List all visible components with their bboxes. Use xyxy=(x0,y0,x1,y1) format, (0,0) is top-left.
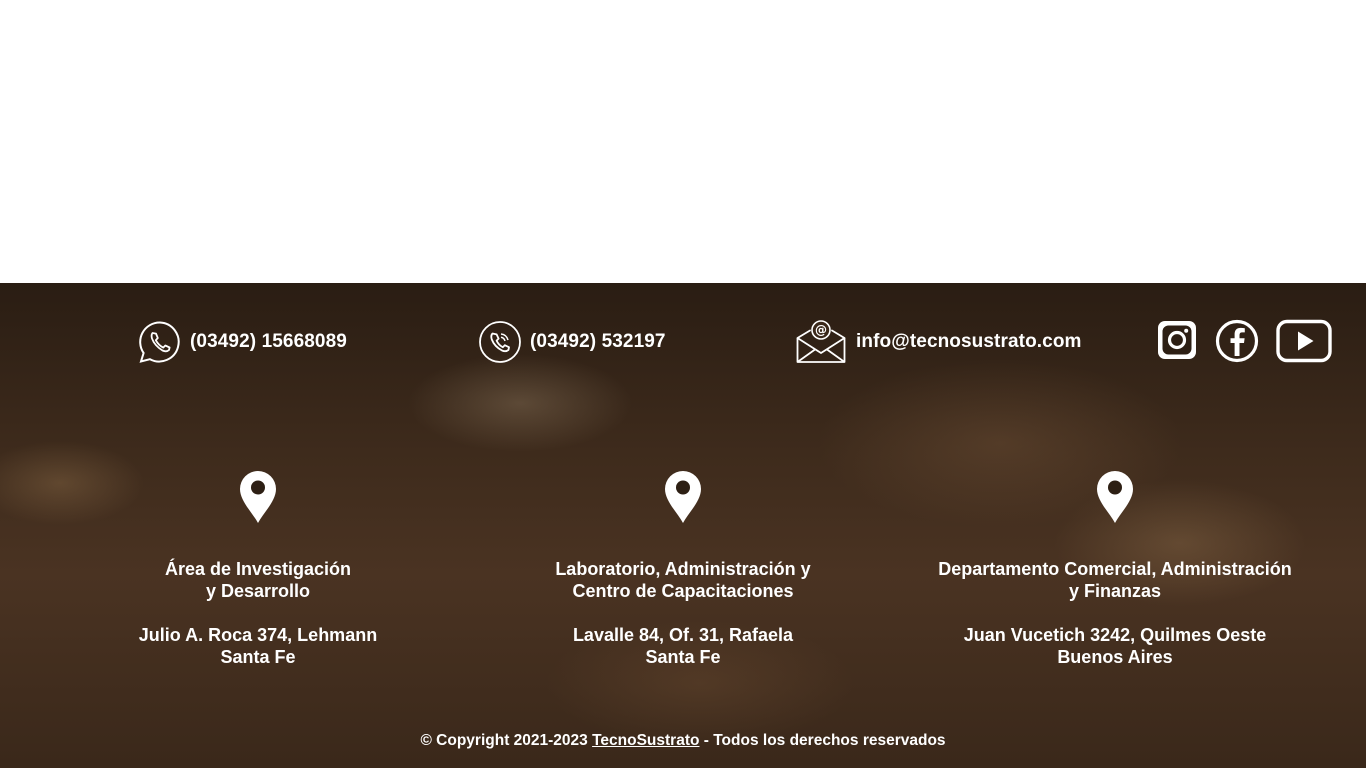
whatsapp-number[interactable]: (03492) 15668089 xyxy=(190,331,347,353)
location-name-line: Centro de Capacitaciones xyxy=(572,581,794,601)
location-name-line: Área de Investigación xyxy=(164,559,352,579)
location-address: Julio A. Roca 374, Lehmann Santa Fe xyxy=(98,624,418,668)
copyright-prefix: © Copyright 2021-2023 xyxy=(420,732,593,749)
location-address: Lavalle 84, Of. 31, Rafaela Santa Fe xyxy=(523,624,843,668)
youtube-icon[interactable] xyxy=(1276,319,1332,363)
copyright-suffix: - Todos los derechos reservados xyxy=(699,732,946,749)
whatsapp-contact[interactable]: (03492) 15668089 xyxy=(138,320,347,364)
map-pin-icon xyxy=(240,471,276,523)
location-address-line: Julio A. Roca 374, Lehmann xyxy=(138,625,378,645)
map-pin-icon xyxy=(1097,471,1133,523)
location-address-line: Santa Fe xyxy=(645,647,721,667)
location-address: Juan Vucetich 3242, Quilmes Oeste Buenos… xyxy=(895,624,1335,668)
location-address-line: Buenos Aires xyxy=(1057,647,1173,667)
location-name-line: Departamento Comercial, Administración xyxy=(938,559,1292,579)
location-rafaela: Laboratorio, Administración y Centro de … xyxy=(523,470,843,668)
top-blank-area xyxy=(0,0,1366,283)
site-footer: (03492) 15668089 (03492) 532197 @ info@t… xyxy=(0,283,1366,768)
location-name-line: Laboratorio, Administración y xyxy=(555,559,811,579)
instagram-icon[interactable] xyxy=(1156,319,1198,361)
map-pin-icon xyxy=(665,471,701,523)
copyright-notice: © Copyright 2021-2023 TecnoSustrato - To… xyxy=(0,732,1366,750)
email-address[interactable]: info@tecnosustrato.com xyxy=(856,331,1082,353)
location-address-line: Lavalle 84, Of. 31, Rafaela xyxy=(572,625,794,645)
location-lehmann: Área de Investigación y Desarrollo Julio… xyxy=(98,470,418,668)
location-address-line: Santa Fe xyxy=(220,647,296,667)
tecnosustrato-link[interactable]: TecnoSustrato xyxy=(592,732,699,749)
location-name: Área de Investigación y Desarrollo xyxy=(98,558,418,602)
svg-text:@: @ xyxy=(815,323,827,337)
email-contact[interactable]: @ info@tecnosustrato.com xyxy=(796,320,1082,364)
location-name-line: y Finanzas xyxy=(1068,581,1162,601)
phone-contact[interactable]: (03492) 532197 xyxy=(478,320,666,364)
location-quilmes: Departamento Comercial, Administración y… xyxy=(895,470,1335,668)
phone-number[interactable]: (03492) 532197 xyxy=(530,331,666,353)
facebook-icon[interactable] xyxy=(1215,319,1259,363)
location-address-line: Juan Vucetich 3242, Quilmes Oeste xyxy=(963,625,1267,645)
location-name: Laboratorio, Administración y Centro de … xyxy=(523,558,843,602)
email-icon: @ xyxy=(796,320,846,363)
location-name-line: y Desarrollo xyxy=(205,581,311,601)
location-name: Departamento Comercial, Administración y… xyxy=(895,558,1335,602)
phone-icon xyxy=(479,321,521,363)
whatsapp-icon xyxy=(139,321,180,363)
